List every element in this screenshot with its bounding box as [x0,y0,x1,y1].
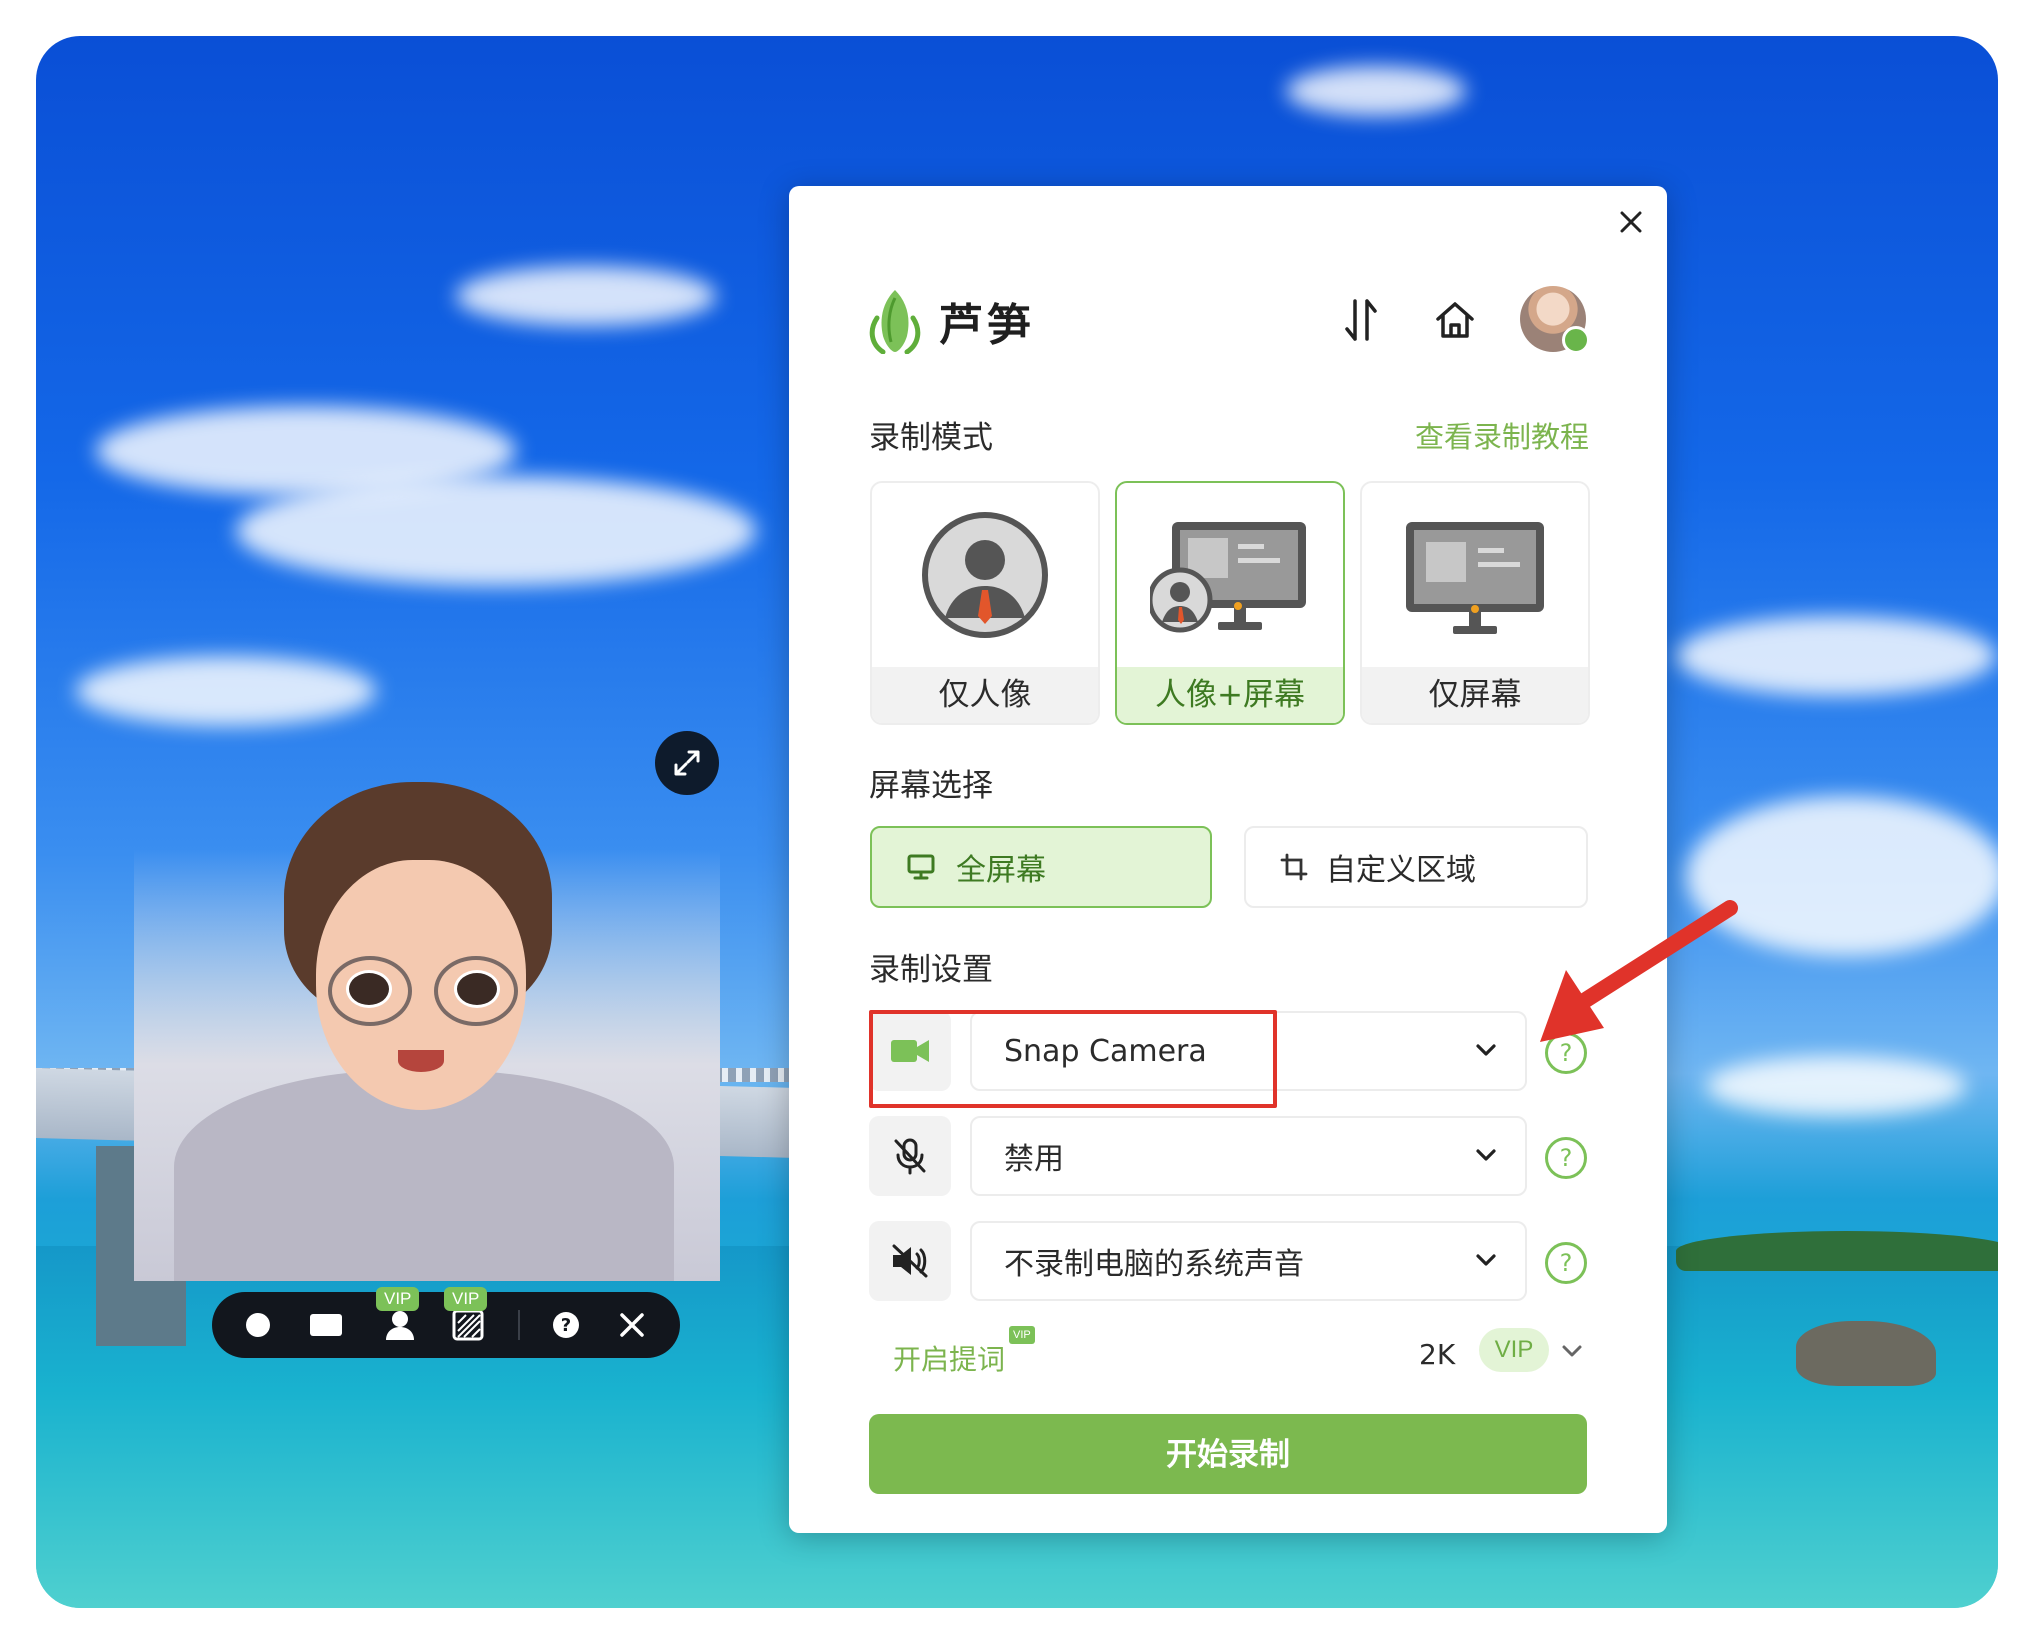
close-panel-button[interactable] [1609,200,1653,244]
tutorial-link[interactable]: 查看录制教程 [1415,414,1589,456]
start-recording-button[interactable]: 开始录制 [869,1414,1587,1494]
screen-toggle-button[interactable] [306,1305,346,1345]
vip-tag: VIP [376,1287,420,1311]
chevron-down-icon [1476,1044,1496,1056]
screen-rect-icon [310,1314,342,1336]
person-face [316,860,526,1110]
expand-arrows-icon [674,750,700,776]
mode-icon-area [872,483,1098,667]
fullscreen-label: 全屏幕 [956,853,1046,888]
sort-arrows-icon [1345,299,1377,341]
crop-icon [1280,853,1308,881]
asparagus-logo-icon [869,290,921,354]
question-circle-icon: ? [553,1312,579,1338]
close-camera-button[interactable] [612,1305,652,1345]
mode-label: 人像+屏幕 [1117,667,1343,723]
mode-screen-only[interactable]: 仅屏幕 [1360,481,1590,725]
chevron-down-icon [1562,1345,1582,1357]
record-dot-icon [246,1313,270,1337]
system-audio-select-value: 不录制电脑的系统声音 [1004,1247,1304,1282]
resolution-dropdown[interactable] [1559,1338,1585,1368]
monitor-icon [907,854,935,880]
recording-panel: 芦笋 录制模式 查看录制教程 仅人像 人像+屏幕 仅屏幕 屏幕选择 全屏幕 自定… [789,186,1667,1533]
section-title-mode: 录制模式 [869,420,993,456]
mic-device-icon-box [869,1116,951,1196]
screen-icon [1406,522,1544,634]
brand-name: 芦笋 [939,300,1035,351]
section-title-settings: 录制设置 [869,952,993,988]
toolbar-divider [518,1310,520,1340]
cloud [1676,616,1996,696]
annotation-arrow-icon [1540,900,1738,1042]
cloud [1706,1056,1966,1116]
mode-icon-area [1362,483,1588,667]
mic-select[interactable]: 禁用 [970,1116,1527,1196]
background-pattern-icon [452,1309,484,1341]
teleprompter-vip-badge: VIP [1009,1326,1035,1344]
cloud [1286,66,1466,116]
fullscreen-option[interactable]: 全屏幕 [870,826,1212,908]
background-toggle-button[interactable]: VIP [444,1287,488,1345]
portrait-icon [922,512,1048,638]
system-audio-icon-box [869,1221,951,1301]
avatar-toggle-button[interactable]: VIP [376,1287,420,1345]
close-icon [1620,211,1642,233]
custom-area-option[interactable]: 自定义区域 [1244,826,1588,908]
mode-label: 仅人像 [872,667,1098,723]
resolution-value[interactable]: 2K [1419,1338,1455,1371]
annotation-highlight-box [869,1010,1277,1108]
resolution-vip-badge: VIP [1479,1328,1549,1372]
svg-text:?: ? [561,1315,571,1336]
mic-help-icon[interactable]: ? [1545,1137,1587,1179]
rock [1796,1321,1936,1386]
section-title-screen: 屏幕选择 [869,768,993,804]
cloud [456,266,716,326]
speaker-mute-icon [892,1244,928,1278]
switch-order-button[interactable] [1333,292,1389,348]
vip-badge-icon [1562,326,1590,354]
system-audio-select[interactable]: 不录制电脑的系统声音 [970,1221,1527,1301]
camera-toolbar: VIP VIP ? [212,1287,680,1358]
mic-off-icon [894,1138,926,1175]
vip-tag: VIP [444,1287,488,1311]
brand: 芦笋 [869,286,1035,356]
home-icon [1436,302,1474,338]
island [1676,1231,1998,1271]
help-button[interactable]: ? [546,1305,586,1345]
mode-portrait-screen[interactable]: 人像+屏幕 [1115,481,1345,725]
teleprompter-link[interactable]: 开启提词 [893,1338,1005,1378]
chevron-down-icon [1476,1149,1496,1161]
expand-button[interactable] [655,731,719,795]
person-icon [386,1311,414,1340]
eye-left [346,970,392,1008]
user-avatar[interactable] [1520,286,1590,354]
eye-right [454,970,500,1008]
mode-icon-area [1117,483,1343,667]
cloud [76,656,376,726]
portrait-screen-icon [1150,522,1306,633]
close-icon [620,1313,644,1337]
mic-select-value: 禁用 [1004,1142,1064,1177]
chevron-down-icon [1476,1254,1496,1266]
home-button[interactable] [1427,292,1483,348]
mode-portrait-only[interactable]: 仅人像 [870,481,1100,725]
custom-area-label: 自定义区域 [1326,853,1476,888]
mouth [398,1050,444,1072]
webcam-preview[interactable] [134,740,720,1281]
system-audio-help-icon[interactable]: ? [1545,1242,1587,1284]
record-dot-button[interactable] [238,1305,278,1345]
cloud [236,476,756,586]
mode-label: 仅屏幕 [1362,667,1588,723]
